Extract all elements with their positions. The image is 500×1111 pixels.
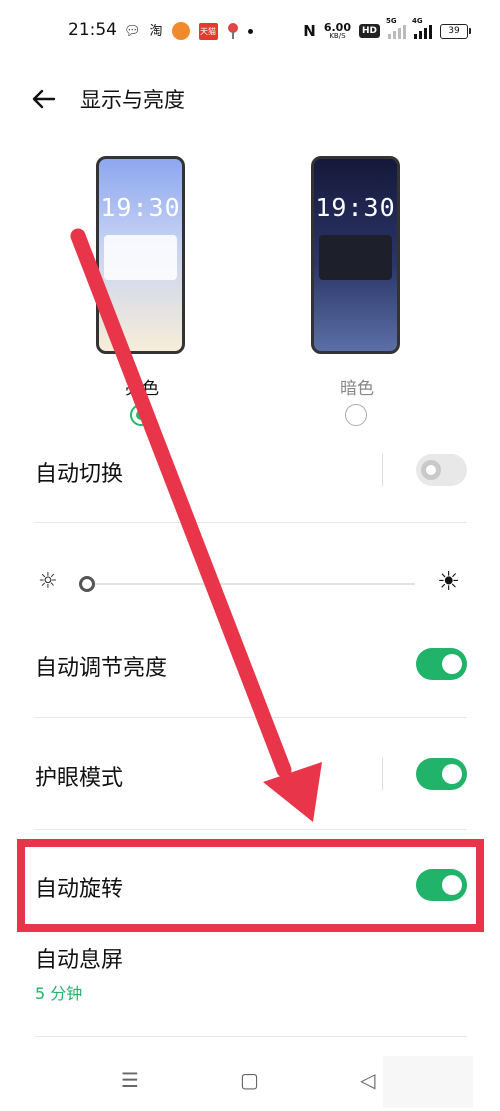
signal-4g-icon: 4G <box>412 17 432 39</box>
auto-brightness-label: 自动调节亮度 <box>35 656 168 681</box>
light-theme-radio[interactable] <box>130 404 152 426</box>
back-button[interactable] <box>28 82 62 116</box>
sun-high-icon: ☀ <box>437 567 461 597</box>
eye-care-row: 护眼模式 <box>0 750 500 800</box>
page-title: 显示与亮度 <box>80 88 185 112</box>
screen-timeout-row[interactable]: 自动息屏 5 分钟 <box>0 938 500 1008</box>
screen-timeout-label: 自动息屏 <box>35 948 124 973</box>
dark-theme-radio[interactable] <box>345 404 367 426</box>
nav-blank-area <box>383 1056 473 1108</box>
dark-preview-card <box>319 235 392 280</box>
eye-care-label: 护眼模式 <box>35 766 124 791</box>
dark-theme-preview[interactable]: 19:30 <box>311 156 400 354</box>
network-speed: 6.00 KB/S <box>324 22 351 40</box>
row-separator <box>382 454 383 486</box>
auto-switch-toggle[interactable] <box>416 454 467 486</box>
signal-5g-icon: 5G <box>386 17 406 39</box>
back-arrow-icon <box>32 89 56 109</box>
light-preview-clock: 19:30 <box>100 193 181 222</box>
status-bar: 21:54 💬︎ 淘 天猫 N 6.00 KB/S HD 5G 4G 39 <box>0 0 500 62</box>
home-nav-button[interactable]: ▢ <box>240 1070 259 1090</box>
wechat-icon: 💬︎ <box>124 23 141 39</box>
menu-nav-button[interactable]: ☰ <box>121 1070 139 1090</box>
tmall-icon: 天猫 <box>198 22 218 40</box>
divider <box>35 717 467 718</box>
auto-switch-row: 自动切换 <box>0 446 500 496</box>
divider <box>35 522 467 523</box>
navigation-bar: ☰ ▢ ◁ <box>0 1050 500 1111</box>
status-app-icons: 💬︎ 淘 天猫 <box>124 20 253 42</box>
screen-timeout-value: 5 分钟 <box>35 984 83 1003</box>
eye-care-toggle[interactable] <box>416 758 467 790</box>
dark-theme-label: 暗色 <box>340 379 374 399</box>
auto-brightness-toggle[interactable] <box>416 648 467 680</box>
app-orange-icon <box>171 22 190 40</box>
brightness-slider-track[interactable] <box>90 583 415 585</box>
light-theme-label: 亮色 <box>125 379 159 399</box>
annotation-highlight-box <box>17 839 484 932</box>
row-separator <box>382 758 383 790</box>
divider <box>35 1036 467 1037</box>
back-nav-button[interactable]: ◁ <box>360 1070 375 1090</box>
auto-brightness-row: 自动调节亮度 <box>0 640 500 690</box>
more-notifications-dot <box>247 28 253 34</box>
location-pin-icon <box>227 23 239 39</box>
light-theme-preview[interactable]: 19:30 <box>96 156 185 354</box>
sun-low-icon: ☼ <box>38 569 58 594</box>
header: 显示与亮度 <box>0 78 500 122</box>
hd-voice-icon: HD <box>358 24 380 38</box>
status-system-icons: N 6.00 KB/S HD 5G 4G 39 <box>303 17 471 43</box>
status-time: 21:54 <box>68 20 117 40</box>
battery-icon: 39 <box>440 23 471 39</box>
divider <box>35 829 467 830</box>
taobao-icon: 淘 <box>149 23 163 39</box>
brightness-slider-thumb[interactable] <box>79 576 95 592</box>
auto-switch-label: 自动切换 <box>35 462 124 487</box>
network-speed-unit: KB/S <box>329 32 346 40</box>
nfc-icon: N <box>303 22 316 40</box>
light-preview-card <box>104 235 177 280</box>
dark-preview-clock: 19:30 <box>315 193 396 222</box>
